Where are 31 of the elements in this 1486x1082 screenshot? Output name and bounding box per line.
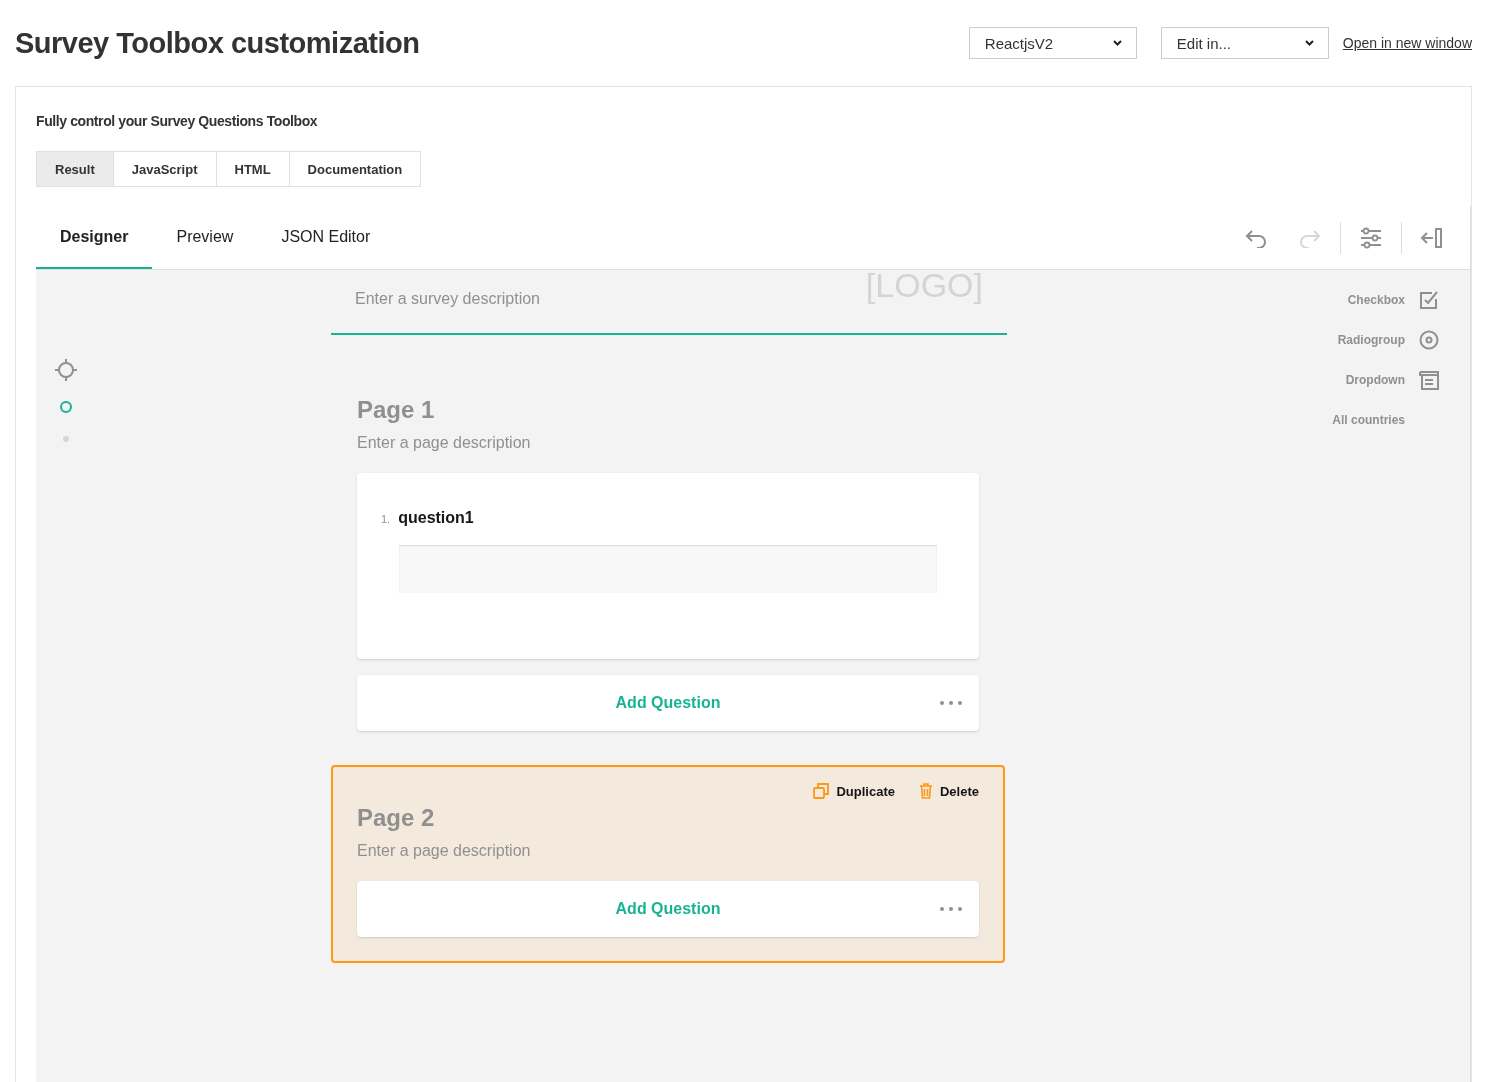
target-icon[interactable]	[54, 358, 78, 382]
page-panel[interactable]: Duplicate Delete Page 2 Enter a page description Add Question	[331, 765, 1005, 963]
undo-icon	[1244, 227, 1268, 248]
checkbox-icon	[1419, 290, 1439, 310]
question-number: 1.	[381, 513, 391, 525]
example-subtitle: Fully control your Survey Questions Toolbox	[36, 112, 319, 131]
redo-icon	[1298, 227, 1322, 248]
select-field[interactable]: ReactjsV2	[968, 27, 1137, 59]
dots-icon	[940, 701, 962, 705]
radio-icon	[1419, 330, 1439, 350]
code-tab[interactable]: Result	[37, 152, 113, 186]
delete-button[interactable]: Delete	[918, 780, 979, 802]
answer-field[interactable]	[399, 545, 937, 593]
question-card[interactable]: 1. question1	[357, 473, 979, 659]
question-title[interactable]: question1	[398, 509, 474, 527]
dropdown-icon	[1419, 370, 1439, 390]
page-marker[interactable]	[59, 400, 73, 414]
page-panel[interactable]: Page 1 Enter a page description 1. question1 Add Question	[331, 357, 1005, 757]
open-link[interactable]: Open in new window	[1342, 35, 1472, 51]
caret-icon	[1112, 40, 1122, 46]
page-title: Survey Toolbox customization	[15, 26, 421, 60]
sliders-icon	[1359, 225, 1383, 250]
select-field[interactable]: Edit in...	[1160, 27, 1329, 59]
designer-tab[interactable]: JSON Editor	[257, 206, 395, 269]
dots-icon	[940, 907, 962, 911]
collapse-icon	[1420, 225, 1444, 250]
trash-icon	[918, 783, 933, 799]
duplicate-button[interactable]: Duplicate	[813, 780, 895, 802]
caret-icon	[1304, 40, 1314, 46]
designer-tab[interactable]: Preview	[152, 206, 258, 269]
copy-icon	[813, 783, 830, 799]
